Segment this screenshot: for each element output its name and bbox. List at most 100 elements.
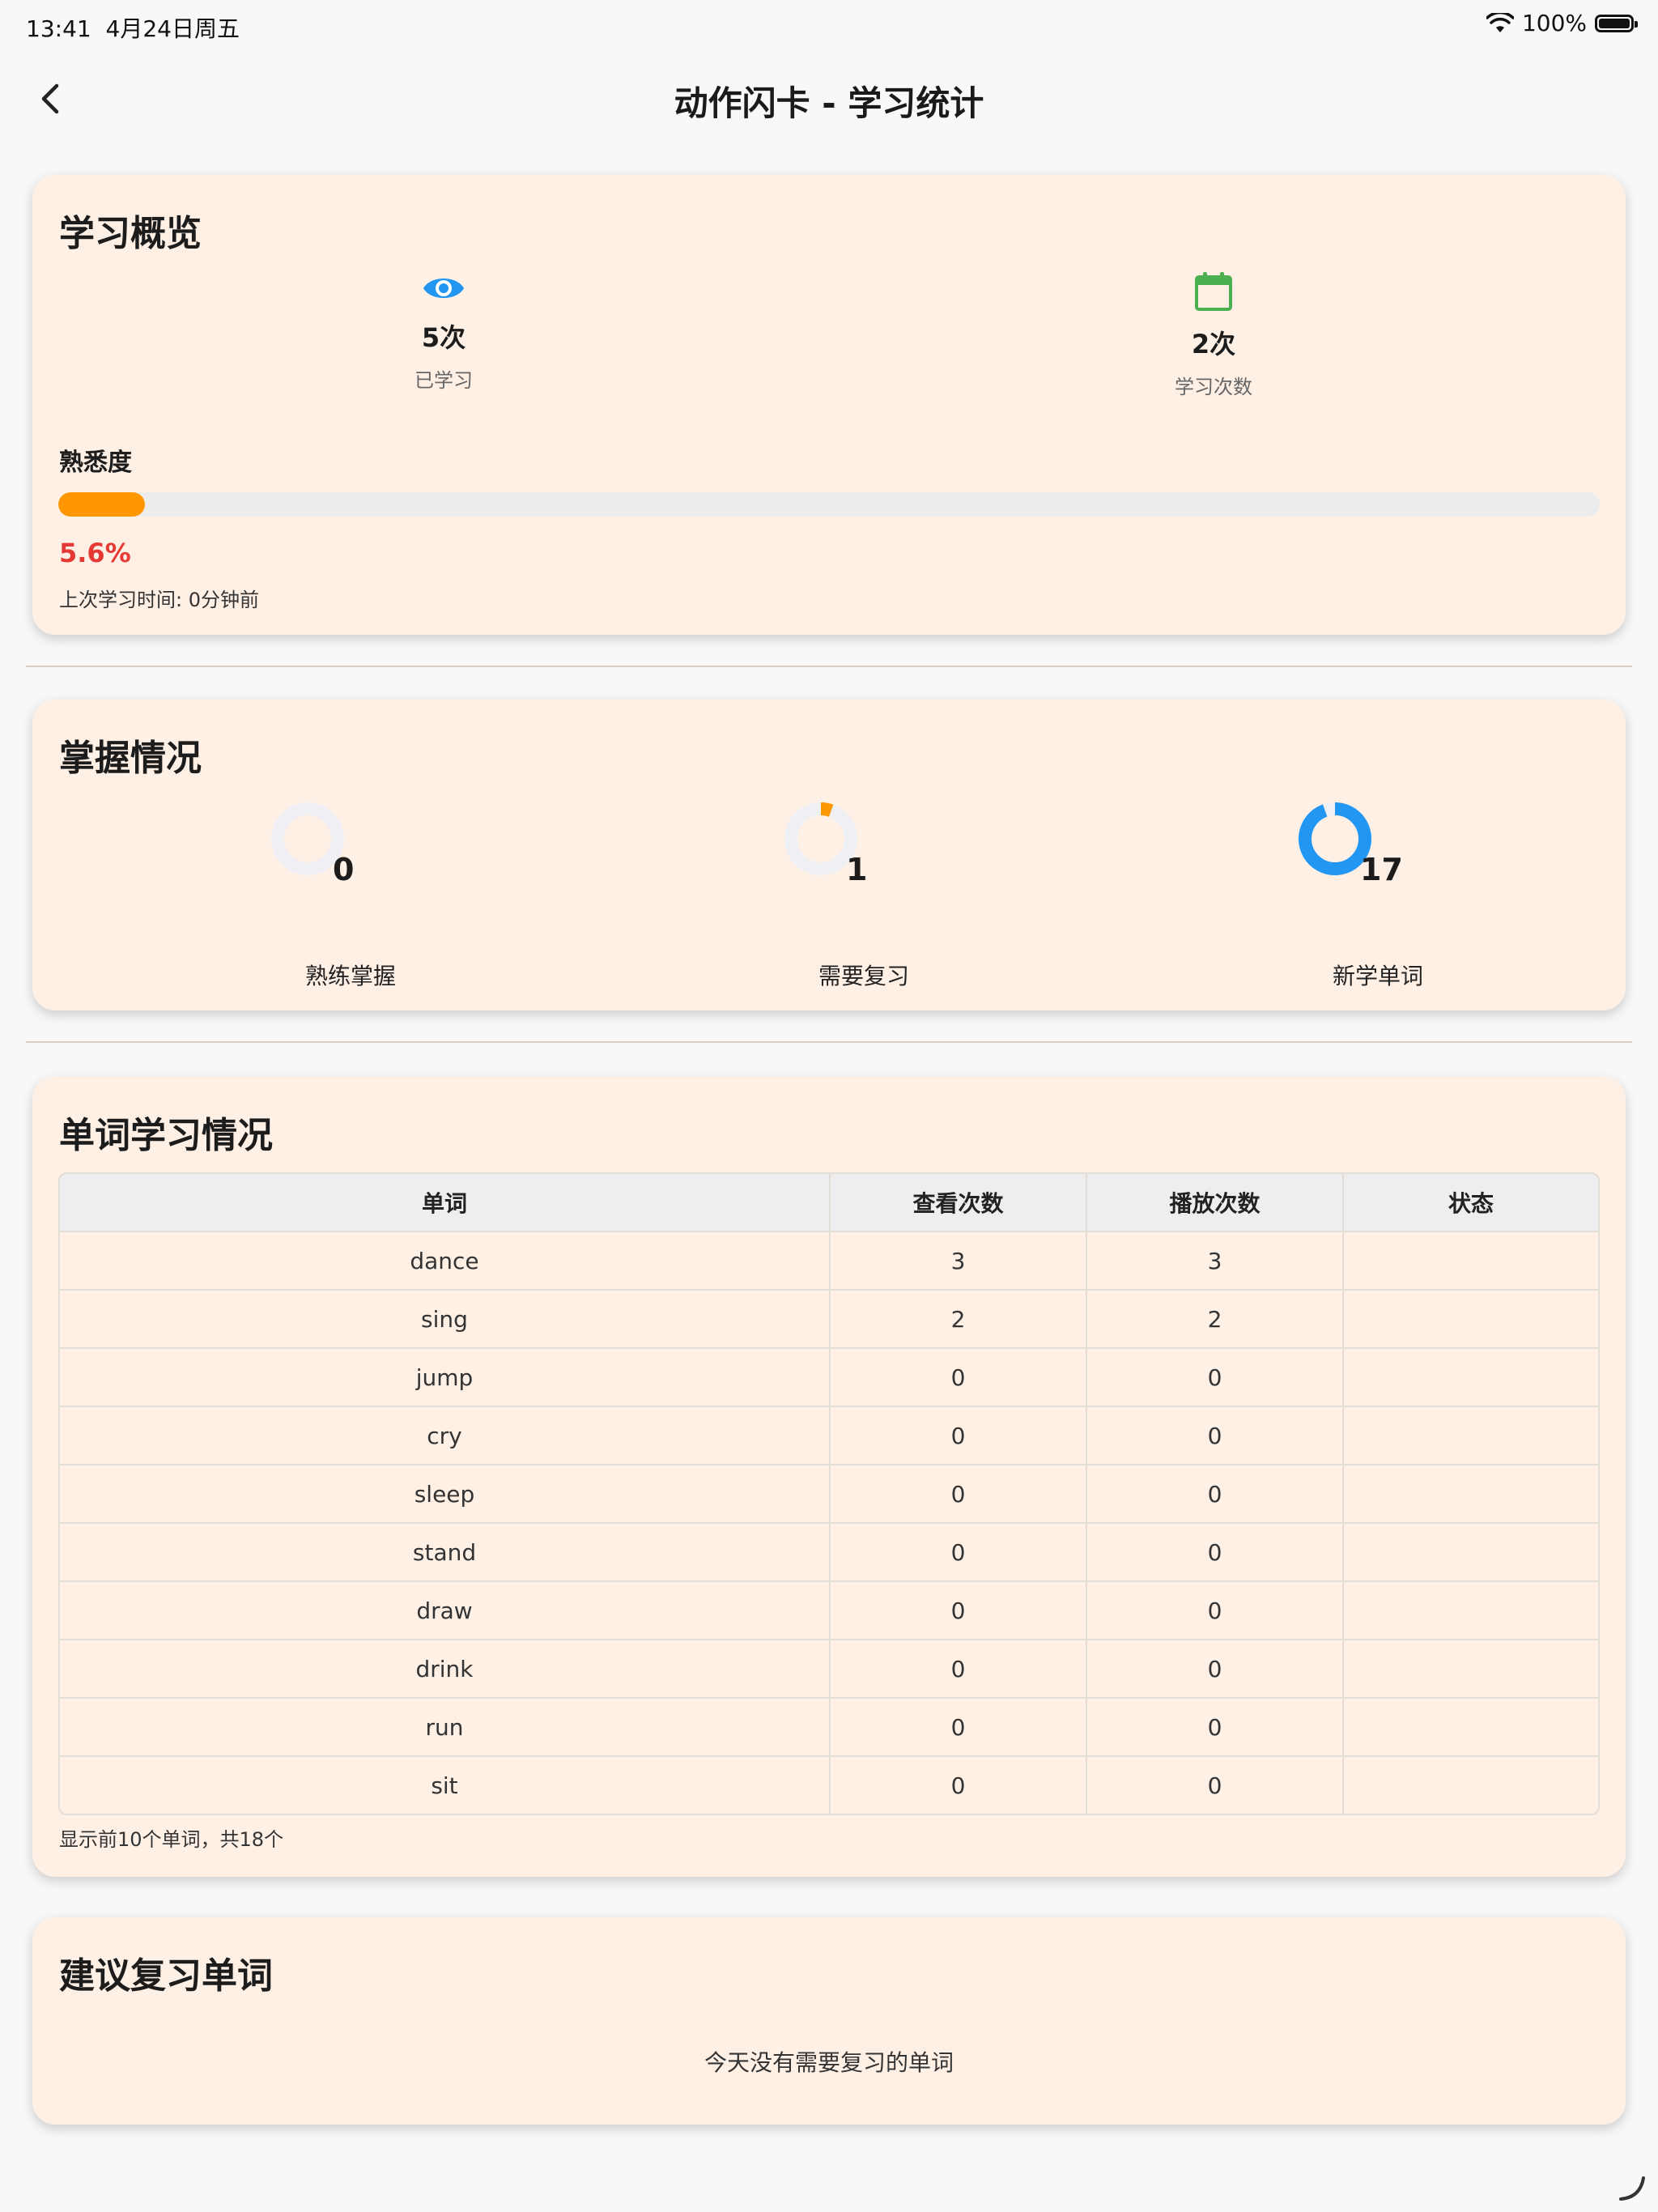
mastery-new: 17 新学单词	[1256, 802, 1499, 1012]
cell-status	[1342, 1640, 1598, 1697]
table-row: drink 0 0	[60, 1639, 1598, 1697]
cell-views: 0	[829, 1757, 1086, 1814]
column-header-status: 状态	[1342, 1174, 1598, 1231]
battery-percent: 100%	[1521, 10, 1587, 36]
table-row: cry 0 0	[60, 1406, 1598, 1464]
cell-word: sing	[421, 1305, 468, 1333]
cell-plays: 3	[1086, 1232, 1342, 1289]
stat-studied-value: 5次	[421, 322, 466, 353]
page-title: 动作闪卡 - 学习统计	[674, 83, 984, 123]
table-header-row: 单词 查看次数 播放次数 状态	[60, 1174, 1598, 1231]
cell-views: 0	[829, 1582, 1086, 1639]
status-indicators: 100%	[1486, 10, 1638, 36]
section-divider	[26, 666, 1632, 667]
cell-status	[1342, 1291, 1598, 1347]
cell-word: cry	[427, 1422, 462, 1449]
status-time: 13:41 4月24日周五	[26, 11, 240, 44]
cell-plays: 0	[1086, 1465, 1342, 1522]
cell-views: 2	[829, 1291, 1086, 1347]
cell-status	[1342, 1582, 1598, 1639]
cell-views: 0	[829, 1407, 1086, 1464]
overview-title: 学习概览	[59, 213, 202, 254]
cell-status	[1342, 1407, 1598, 1464]
stat-sessions-label: 学习次数	[1175, 376, 1252, 398]
column-header-plays: 播放次数	[1086, 1174, 1342, 1231]
table-row: run 0 0	[60, 1697, 1598, 1755]
cell-word: run	[425, 1713, 464, 1741]
column-header-views: 查看次数	[829, 1174, 1086, 1231]
cell-views: 0	[829, 1465, 1086, 1522]
cell-word: jump	[415, 1363, 474, 1391]
wifi-icon	[1486, 12, 1514, 32]
status-date: 4月24日周五	[105, 15, 240, 42]
navigation-bar: 动作闪卡 - 学习统计	[0, 65, 1658, 130]
new-count: 17	[1360, 852, 1403, 887]
cell-plays: 0	[1086, 1699, 1342, 1755]
mastered-count: 0	[333, 852, 355, 887]
table-row: dance 3 3	[60, 1231, 1598, 1289]
status-bar: 13:41 4月24日周五 100%	[0, 0, 1658, 52]
cell-views: 3	[829, 1232, 1086, 1289]
table-row: sit 0 0	[60, 1755, 1598, 1814]
mastery-title: 掌握情况	[59, 738, 202, 779]
word-stats-title: 单词学习情况	[59, 1115, 273, 1156]
overview-card: 学习概览 5次 已学习 2次 学习次数 熟悉度 5.6% 上次学习时间: 0分钟…	[32, 175, 1626, 635]
eye-icon	[423, 279, 464, 298]
cell-word: stand	[412, 1538, 477, 1566]
cell-views: 0	[829, 1349, 1086, 1406]
new-label: 新学单词	[1332, 963, 1423, 989]
cell-plays: 0	[1086, 1524, 1342, 1580]
cell-views: 0	[829, 1640, 1086, 1697]
word-stats-card: 单词学习情况 单词 查看次数 播放次数 状态 dance 3 3 sing 2 2 jump…	[32, 1077, 1626, 1877]
cell-status	[1342, 1232, 1598, 1289]
stat-sessions: 2次 学习次数	[1052, 270, 1375, 399]
mastery-mastered: 0 熟练掌握	[229, 802, 472, 1012]
familiarity-percent: 5.6%	[59, 538, 131, 568]
cell-plays: 0	[1086, 1349, 1342, 1406]
last-study-time: 上次学习时间: 0分钟前	[59, 589, 259, 611]
battery-icon	[1595, 14, 1638, 32]
cell-status	[1342, 1757, 1598, 1814]
cell-views: 0	[829, 1524, 1086, 1580]
table-row: sing 2 2	[60, 1289, 1598, 1347]
table-footnote: 显示前10个单词，共18个	[59, 1828, 284, 1851]
cell-plays: 0	[1086, 1582, 1342, 1639]
cell-status	[1342, 1699, 1598, 1755]
table-row: stand 0 0	[60, 1522, 1598, 1580]
cell-plays: 0	[1086, 1757, 1342, 1814]
cell-status	[1342, 1465, 1598, 1522]
cell-word: dance	[410, 1247, 479, 1274]
cell-word: drink	[415, 1655, 474, 1682]
stat-sessions-value: 2次	[1191, 329, 1236, 359]
stat-studied-label: 已学习	[414, 369, 473, 392]
cell-status	[1342, 1349, 1598, 1406]
familiarity-progress-fill	[58, 492, 145, 517]
cell-status	[1342, 1524, 1598, 1580]
review-label: 需要复习	[818, 963, 909, 989]
cell-plays: 0	[1086, 1407, 1342, 1464]
table-row: sleep 0 0	[60, 1464, 1598, 1522]
calendar-icon	[1195, 272, 1232, 311]
cell-word: draw	[416, 1597, 473, 1624]
cell-word: sleep	[414, 1480, 475, 1508]
mastered-label: 熟练掌握	[304, 963, 396, 989]
mastery-card: 掌握情况 0 熟练掌握 1 需要复习 17 新学单词	[32, 700, 1626, 1010]
table-row: jump 0 0	[60, 1347, 1598, 1406]
resize-handle-icon[interactable]	[1618, 2173, 1647, 2202]
review-title: 建议复习单词	[59, 1955, 273, 1997]
cell-word: sit	[431, 1772, 458, 1799]
table-row: draw 0 0	[60, 1580, 1598, 1639]
familiarity-progress-bar	[58, 492, 1600, 517]
mastery-review: 1 需要复习	[742, 802, 985, 1012]
status-clock: 13:41	[26, 15, 91, 42]
section-divider	[26, 1041, 1632, 1043]
word-stats-table: 单词 查看次数 播放次数 状态 dance 3 3 sing 2 2 jump 0 0 cry 0 0…	[58, 1172, 1600, 1815]
review-count: 1	[846, 852, 868, 887]
cell-plays: 0	[1086, 1640, 1342, 1697]
review-card: 建议复习单词 今天没有需要复习的单词	[32, 1917, 1626, 2125]
column-header-word: 单词	[421, 1190, 467, 1217]
stat-studied: 5次 已学习	[282, 270, 606, 393]
cell-plays: 2	[1086, 1291, 1342, 1347]
familiarity-label: 熟悉度	[59, 449, 132, 477]
review-empty-message: 今天没有需要复习的单词	[704, 2049, 954, 2076]
